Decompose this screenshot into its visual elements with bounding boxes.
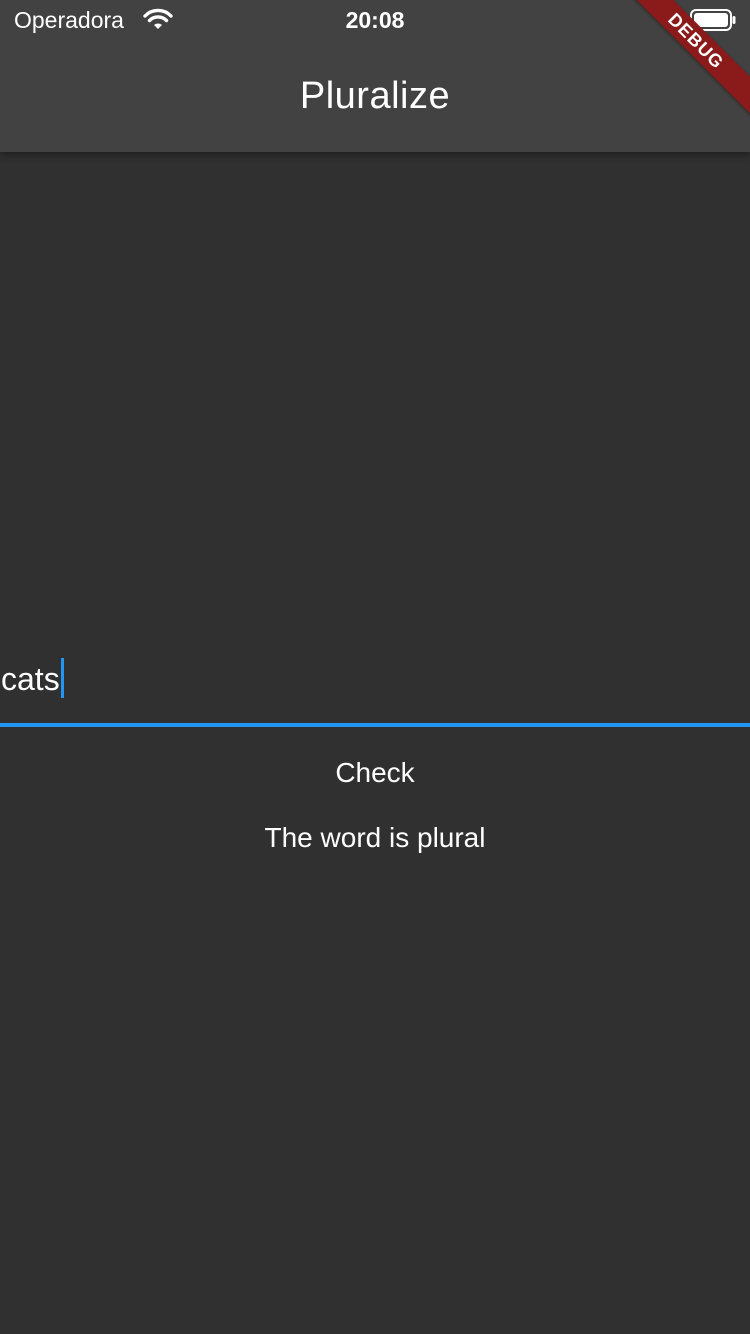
- text-cursor: [60, 658, 64, 698]
- screen: Operadora 20:08 Pluralize DEBUG cats Che…: [0, 0, 750, 1334]
- check-button[interactable]: Check: [310, 748, 440, 798]
- input-underline: [0, 723, 750, 727]
- word-input[interactable]: cats: [1, 657, 64, 701]
- word-input-value: cats: [1, 661, 60, 697]
- status-time: 20:08: [345, 7, 405, 33]
- word-input-field[interactable]: cats: [0, 650, 750, 728]
- result-message: The word is plural: [264, 822, 486, 853]
- page-title: Pluralize: [299, 75, 451, 117]
- app-bar: Operadora 20:08 Pluralize: [0, 0, 750, 152]
- status-bar: Operadora 20:08: [0, 0, 750, 40]
